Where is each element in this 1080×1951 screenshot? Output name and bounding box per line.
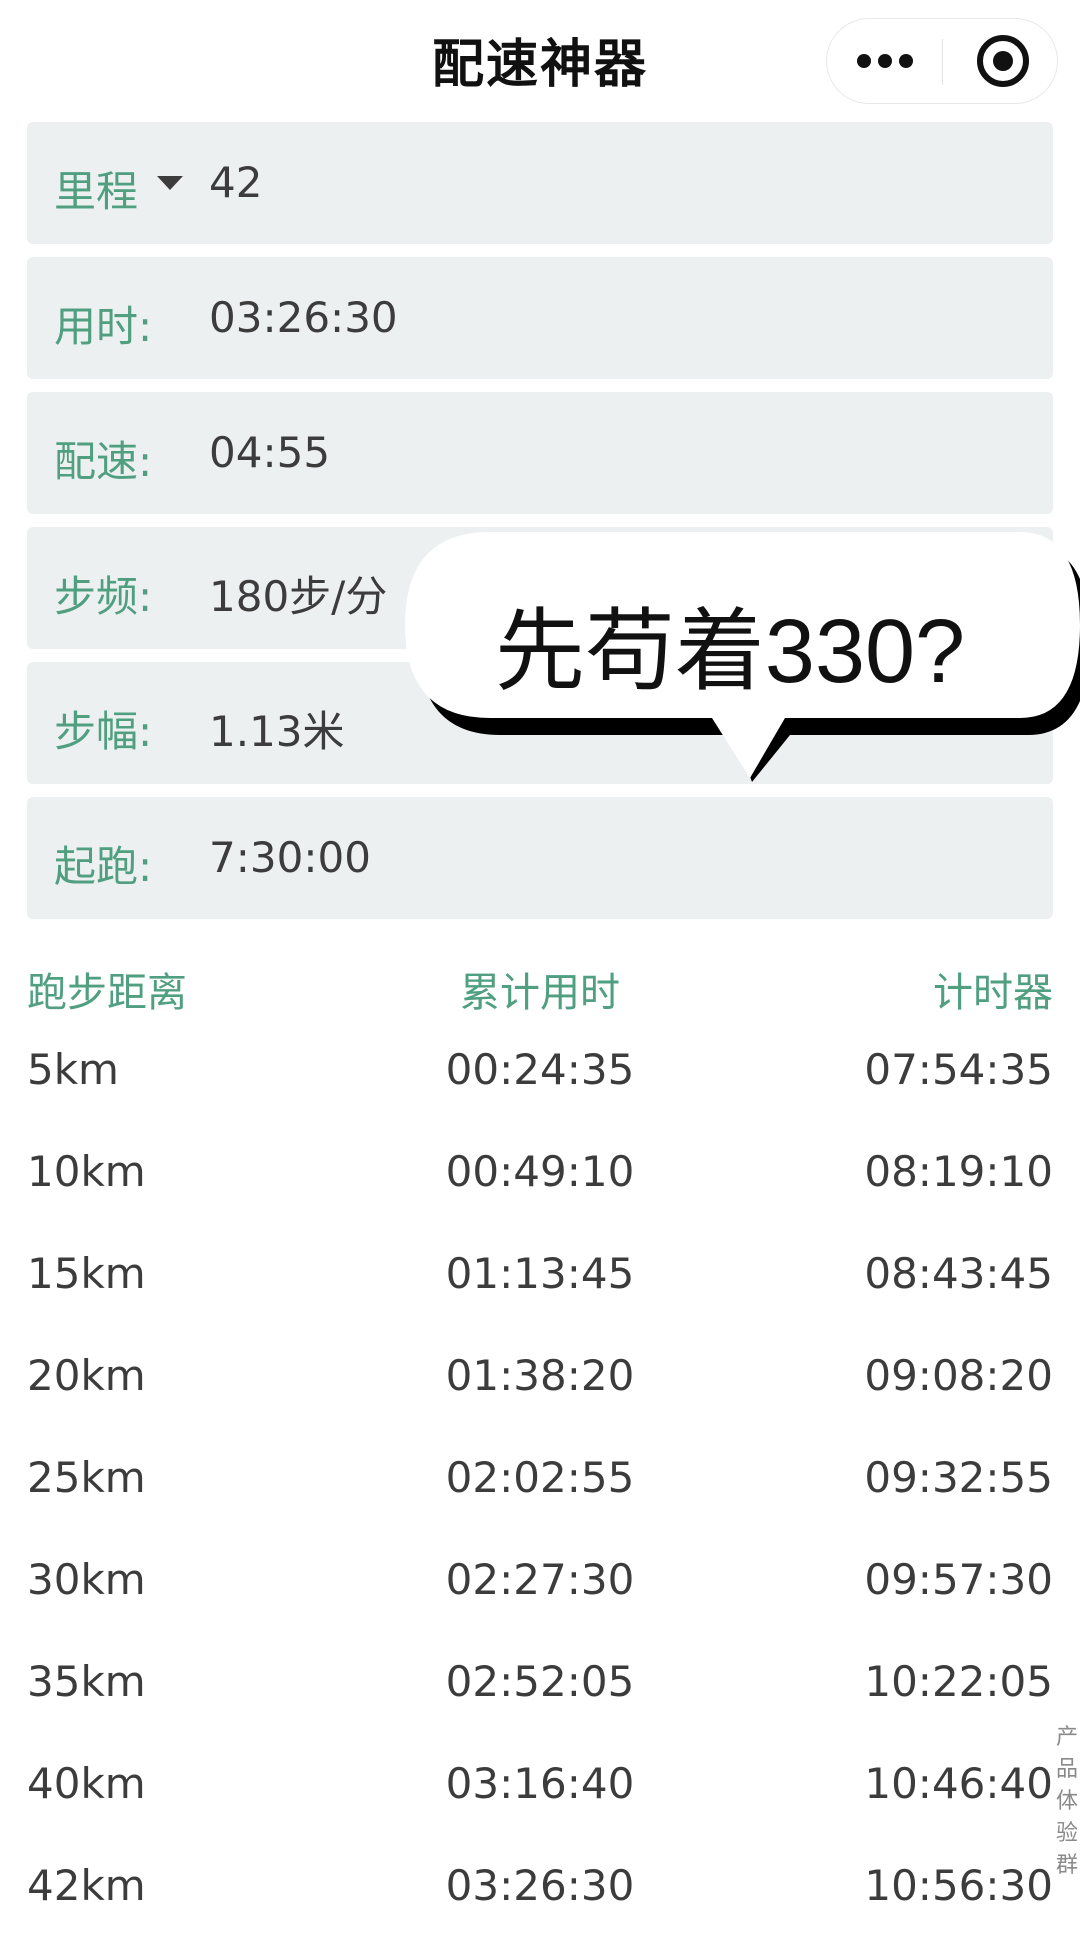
table-row: 5km 00:24:35 07:54:35 [0, 1045, 1080, 1135]
distance-field[interactable]: 里程 42 [27, 122, 1053, 244]
row-clock: 09:08:20 [864, 1351, 1053, 1400]
row-cumulative-time: 03:16:40 [445, 1759, 635, 1808]
table-row: 42km 03:26:30 10:56:30 [0, 1861, 1080, 1951]
row-distance: 42km [27, 1861, 146, 1910]
row-cumulative-time: 01:13:45 [445, 1249, 635, 1298]
row-clock: 08:19:10 [864, 1147, 1053, 1196]
table-row: 30km 02:27:30 09:57:30 [0, 1555, 1080, 1645]
row-distance: 40km [27, 1759, 146, 1808]
time-label: 用时: [54, 302, 153, 351]
row-distance: 35km [27, 1657, 146, 1706]
cadence-field[interactable]: 步频: 180步/分 [27, 527, 1053, 649]
product-group-tab[interactable]: 产 品 体 验 群 [1054, 1722, 1080, 1882]
table-row: 20km 01:38:20 09:08:20 [0, 1351, 1080, 1441]
time-value[interactable]: 03:26:30 [209, 293, 398, 342]
row-clock: 09:57:30 [864, 1555, 1053, 1604]
row-distance: 5km [27, 1045, 119, 1094]
row-cumulative-time: 01:38:20 [445, 1351, 635, 1400]
start-label: 起跑: [54, 842, 153, 891]
sidebar-char: 体 [1055, 1789, 1078, 1814]
table-row: 35km 02:52:05 10:22:05 [0, 1657, 1080, 1747]
row-distance: 30km [27, 1555, 146, 1604]
pace-value[interactable]: 04:55 [209, 428, 330, 477]
distance-label: 里程 [54, 167, 139, 216]
more-dots-icon[interactable] [827, 19, 942, 103]
sidebar-char: 验 [1055, 1821, 1078, 1846]
row-cumulative-time: 02:27:30 [445, 1555, 635, 1604]
distance-value[interactable]: 42 [209, 158, 262, 207]
start-field[interactable]: 起跑: 7:30:00 [27, 797, 1053, 919]
cadence-value[interactable]: 180步/分 [209, 563, 387, 624]
header-clock: 计时器 [933, 970, 1053, 1016]
row-cumulative-time: 02:52:05 [445, 1657, 635, 1706]
table-row: 10km 00:49:10 08:19:10 [0, 1147, 1080, 1237]
start-value[interactable]: 7:30:00 [209, 833, 371, 882]
capsule-divider [942, 39, 943, 85]
row-distance: 15km [27, 1249, 146, 1298]
stride-value[interactable]: 1.13米 [209, 698, 345, 759]
table-row: 25km 02:02:55 09:32:55 [0, 1453, 1080, 1543]
sidebar-char: 品 [1055, 1757, 1078, 1782]
stride-field[interactable]: 步幅: 1.13米 [27, 662, 1053, 784]
row-distance: 20km [27, 1351, 146, 1400]
dropdown-caret-icon[interactable] [157, 176, 183, 190]
row-cumulative-time: 03:26:30 [445, 1861, 635, 1910]
row-clock: 07:54:35 [864, 1045, 1053, 1094]
row-cumulative-time: 02:02:55 [445, 1453, 635, 1502]
cadence-label: 步频: [54, 572, 153, 621]
time-field[interactable]: 用时: 03:26:30 [27, 257, 1053, 379]
row-cumulative-time: 00:24:35 [445, 1045, 635, 1094]
pace-field[interactable]: 配速: 04:55 [27, 392, 1053, 514]
header-distance: 跑步距离 [27, 970, 187, 1016]
row-clock: 09:32:55 [864, 1453, 1053, 1502]
target-close-icon[interactable] [977, 35, 1029, 87]
row-clock: 10:22:05 [864, 1657, 1053, 1706]
table-row: 15km 01:13:45 08:43:45 [0, 1249, 1080, 1339]
row-cumulative-time: 00:49:10 [445, 1147, 635, 1196]
table-row: 40km 03:16:40 10:46:40 [0, 1759, 1080, 1849]
row-distance: 25km [27, 1453, 146, 1502]
row-clock: 10:46:40 [864, 1759, 1053, 1808]
pace-label: 配速: [54, 437, 153, 486]
stride-label: 步幅: [54, 707, 153, 756]
header-cumulative-time: 累计用时 [460, 970, 620, 1016]
row-clock: 10:56:30 [864, 1861, 1053, 1910]
row-clock: 08:43:45 [864, 1249, 1053, 1298]
sidebar-char: 产 [1055, 1725, 1078, 1750]
sidebar-char: 群 [1055, 1853, 1078, 1878]
row-distance: 10km [27, 1147, 146, 1196]
mini-program-capsule [826, 18, 1058, 104]
